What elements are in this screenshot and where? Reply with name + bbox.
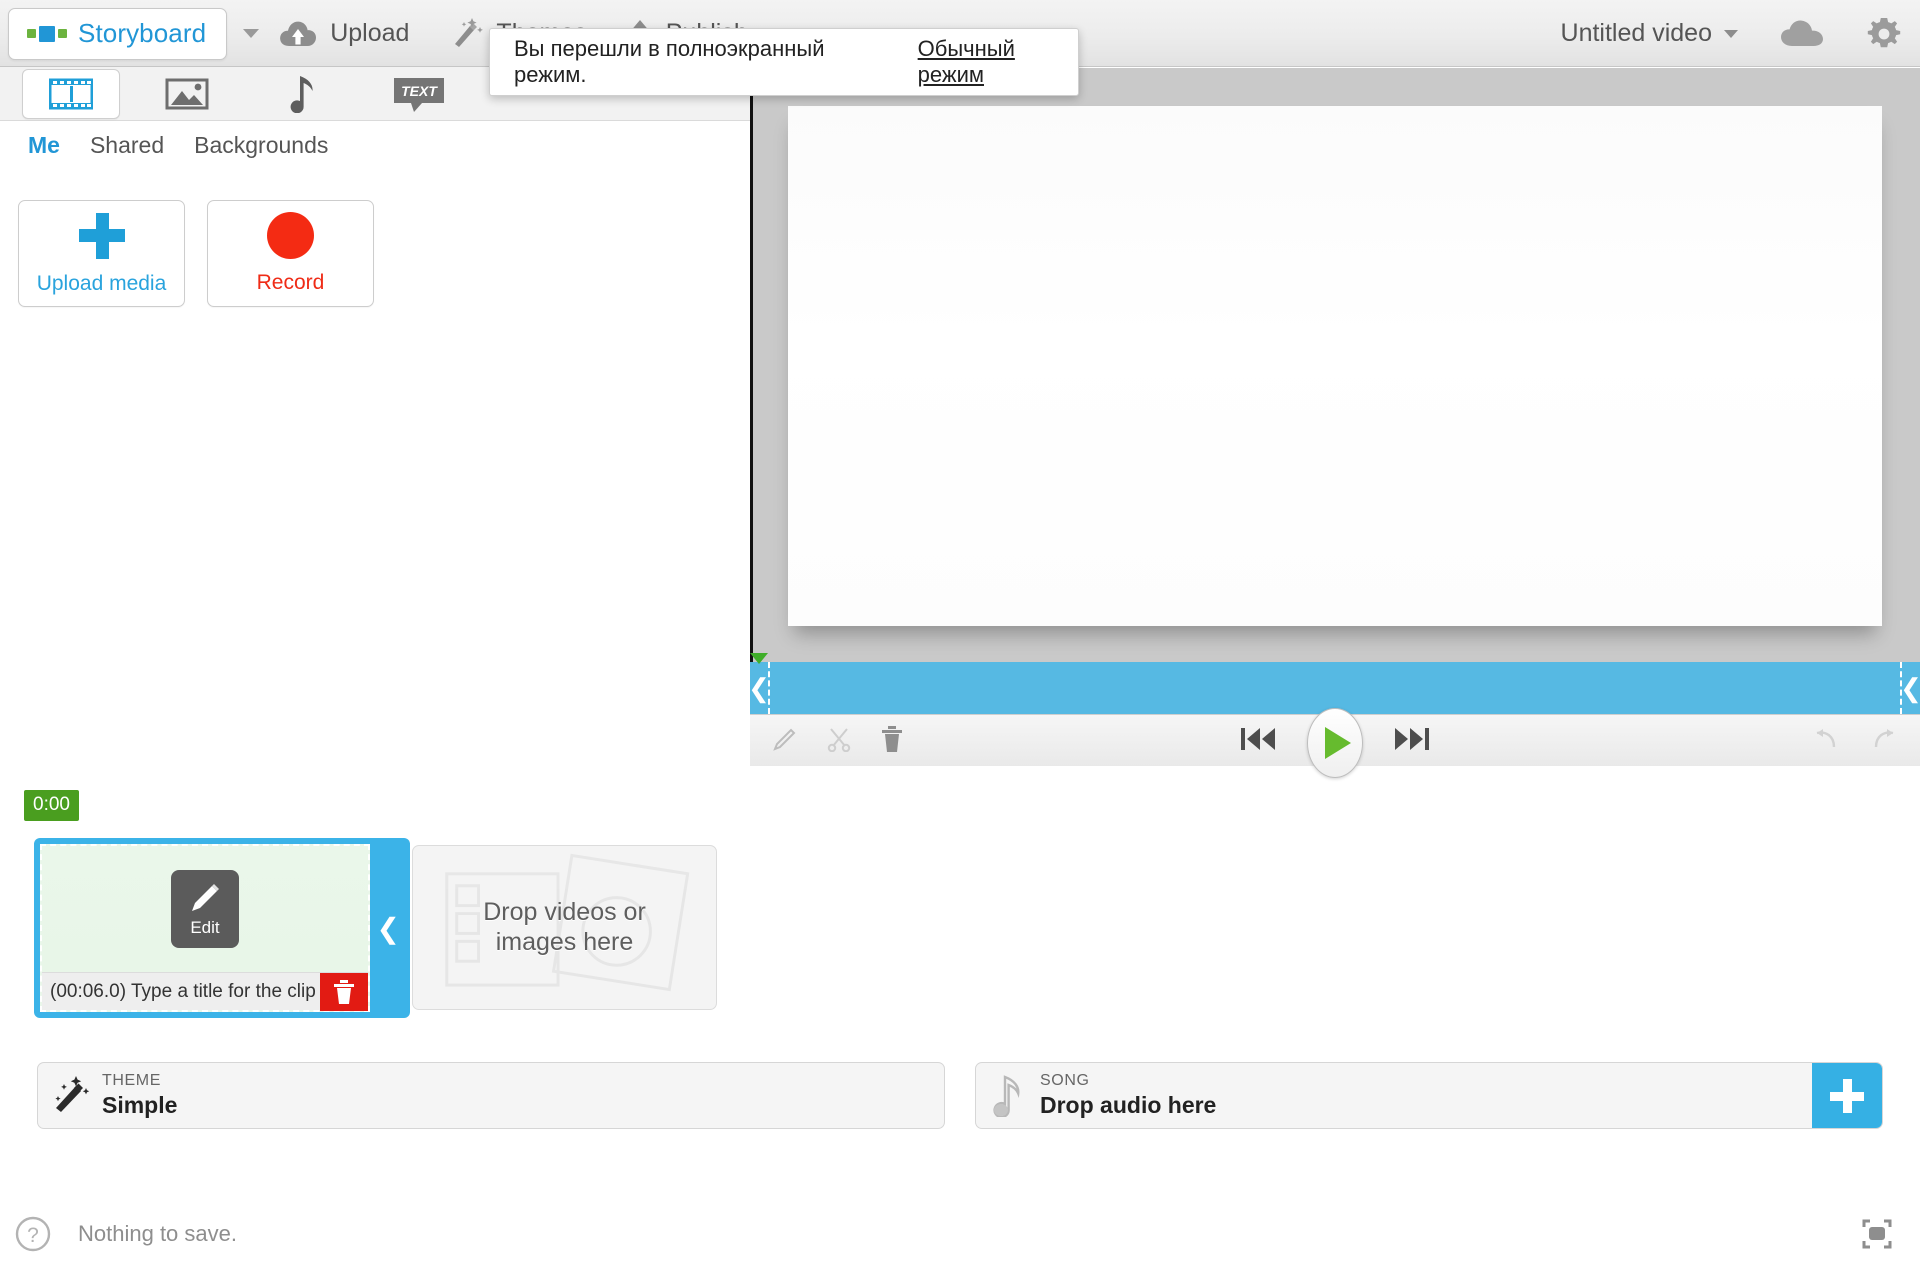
- svg-text:?: ?: [27, 1224, 39, 1247]
- theme-strip[interactable]: THEME Simple: [37, 1062, 945, 1129]
- pencil-icon: [192, 883, 219, 911]
- music-note-icon: [290, 75, 313, 113]
- nav-item-upload-label: Upload: [330, 19, 410, 47]
- cloud-upload-icon: [279, 19, 317, 49]
- dropzone-line-2: images here: [495, 927, 634, 956]
- clip-thumbnail[interactable]: Edit: [42, 846, 368, 972]
- song-kicker: SONG: [1040, 1072, 1090, 1089]
- storyboard-logo-icon: [27, 25, 67, 42]
- library-subtabs: Me Shared Backgrounds: [0, 121, 750, 169]
- plus-icon: [1830, 1078, 1864, 1113]
- chevron-down-icon[interactable]: [243, 29, 260, 38]
- undo-icon[interactable]: [1812, 726, 1840, 757]
- clip-inner: Edit (00:06.0) Type a title for the clip: [40, 844, 370, 1012]
- fullscreen-notice: Вы перешли в полноэкранный режим. Обычны…: [489, 28, 1079, 96]
- preview-stage[interactable]: [750, 68, 1920, 662]
- library-actions: Upload media Record: [0, 200, 374, 307]
- song-strip[interactable]: SONG Drop audio here: [975, 1062, 1883, 1129]
- stage-left-edge: [750, 68, 753, 662]
- add-song-button[interactable]: [1812, 1063, 1882, 1128]
- storyboard-label: Storyboard: [78, 18, 207, 48]
- storyboard-button[interactable]: Storyboard: [8, 7, 228, 60]
- nav-item-upload[interactable]: Upload: [259, 0, 429, 67]
- upload-media-label: Upload media: [36, 271, 167, 295]
- scrub-handle-left[interactable]: ❮: [748, 662, 770, 714]
- theme-meta: THEME Simple: [102, 1072, 177, 1119]
- dropzone-line-1: Drop videos or: [483, 898, 646, 926]
- clip-caption[interactable]: (00:06.0) Type a title for the clip: [42, 972, 368, 1011]
- question-circle-icon: ?: [15, 1216, 51, 1252]
- top-nav-right: Untitled video: [1561, 0, 1920, 67]
- skip-forward-icon[interactable]: [1393, 724, 1431, 759]
- settings-button[interactable]: [1866, 16, 1902, 52]
- subtab-backgrounds[interactable]: Backgrounds: [194, 132, 328, 159]
- transport-bar: [750, 708, 1920, 778]
- svg-text:TEXT: TEXT: [401, 83, 438, 99]
- theme-value: Simple: [102, 1092, 178, 1118]
- theme-kicker: THEME: [102, 1072, 161, 1089]
- magic-wand-icon: [449, 17, 484, 50]
- expand-icon: [1862, 1219, 1892, 1249]
- timeline-clip[interactable]: Edit (00:06.0) Type a title for the clip…: [34, 838, 410, 1018]
- video-player: ❮ ❮: [748, 68, 1920, 778]
- song-meta: SONG Drop audio here: [1040, 1072, 1216, 1119]
- clip-delete-button[interactable]: [320, 973, 368, 1011]
- video-title-menu[interactable]: Untitled video: [1561, 19, 1738, 48]
- transport-controls: [750, 708, 1920, 778]
- video-title-label: Untitled video: [1560, 19, 1712, 47]
- play-icon: [1325, 727, 1351, 759]
- cloud-icon: [1781, 20, 1823, 46]
- dropzone-text: Drop videos or images here: [483, 898, 646, 957]
- text-bubble-icon: TEXT: [394, 77, 444, 112]
- cloud-sync-button[interactable]: [1780, 19, 1824, 49]
- subtab-me[interactable]: Me: [28, 132, 60, 159]
- image-icon: [165, 78, 209, 109]
- scrub-handle-right[interactable]: ❮: [1900, 662, 1920, 714]
- clip-caption-text: (00:06.0) Type a title for the clip: [50, 980, 316, 1002]
- play-button[interactable]: [1307, 708, 1363, 778]
- record-label: Record: [256, 271, 325, 294]
- scrub-bar[interactable]: ❮ ❮: [748, 662, 1920, 714]
- help-button[interactable]: ?: [14, 1215, 52, 1253]
- clip-edit-button[interactable]: Edit: [171, 870, 239, 948]
- trash-icon: [334, 980, 354, 1004]
- gear-icon: [1867, 17, 1901, 47]
- storyboard-app: Storyboard Upload Untitled video Вы пере…: [0, 0, 1920, 1270]
- subtab-shared[interactable]: Shared: [90, 132, 164, 159]
- status-footer: ? Nothing to save.: [0, 1198, 1920, 1270]
- record-dot-icon: [267, 212, 314, 259]
- song-value: Drop audio here: [1040, 1092, 1217, 1118]
- tab-video[interactable]: [22, 68, 120, 119]
- redo-icon[interactable]: [1870, 726, 1898, 757]
- film-strip-icon: [49, 78, 93, 109]
- upload-media-button[interactable]: Upload media: [18, 200, 185, 307]
- tab-text[interactable]: TEXT: [370, 69, 468, 119]
- fullscreen-toggle-button[interactable]: [1856, 1213, 1898, 1255]
- save-status-text: Nothing to save.: [78, 1221, 237, 1246]
- fullscreen-notice-message: Вы перешли в полноэкранный режим.: [514, 36, 825, 87]
- music-note-icon: [976, 1074, 1040, 1117]
- playhead-marker-icon: [750, 653, 768, 664]
- chevron-down-icon: [1724, 29, 1738, 38]
- transport-right-tools: [1812, 715, 1898, 767]
- normal-mode-link[interactable]: Обычный режим: [918, 36, 1078, 88]
- skip-back-icon[interactable]: [1239, 724, 1277, 759]
- scrub-selection: [768, 662, 1902, 714]
- clip-edit-label: Edit: [190, 917, 220, 937]
- tab-image[interactable]: [138, 69, 236, 119]
- clip-collapse-toggle[interactable]: ❮: [377, 838, 400, 1018]
- tab-audio[interactable]: [254, 69, 352, 119]
- preview-screen: [788, 106, 1882, 626]
- media-dropzone[interactable]: Drop videos or images here: [412, 845, 717, 1010]
- magic-wand-icon: [38, 1075, 102, 1116]
- record-button[interactable]: Record: [207, 200, 374, 307]
- timeline-time-badge: 0:00: [24, 790, 79, 821]
- plus-icon: [78, 212, 126, 260]
